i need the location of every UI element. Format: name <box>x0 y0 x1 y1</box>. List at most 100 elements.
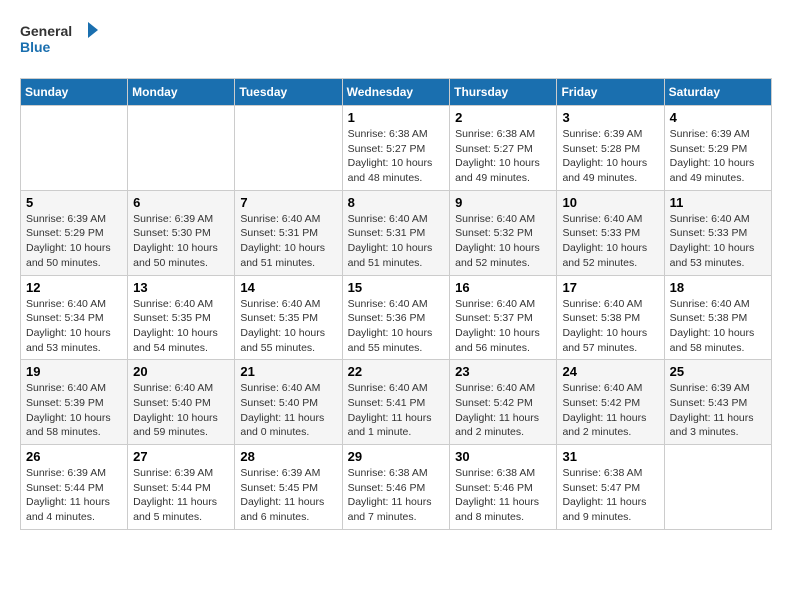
day-cell: 1 Sunrise: 6:38 AM Sunset: 5:27 PM Daylig… <box>342 106 450 191</box>
logo-svg: General Blue <box>20 20 100 62</box>
header-cell-thursday: Thursday <box>450 79 557 106</box>
day-number: 6 <box>133 195 229 210</box>
day-cell: 27 Sunrise: 6:39 AM Sunset: 5:44 PM Dayli… <box>128 445 235 530</box>
day-number: 18 <box>670 280 766 295</box>
day-cell: 23 Sunrise: 6:40 AM Sunset: 5:42 PM Dayli… <box>450 360 557 445</box>
day-cell: 5 Sunrise: 6:39 AM Sunset: 5:29 PM Daylig… <box>21 190 128 275</box>
day-info: Sunrise: 6:39 AM Sunset: 5:44 PM Dayligh… <box>26 466 122 525</box>
day-cell: 30Sunrise: 6:38 AM Sunset: 5:46 PM Dayli… <box>450 445 557 530</box>
day-cell: 25 Sunrise: 6:39 AM Sunset: 5:43 PM Dayli… <box>664 360 771 445</box>
day-cell: 16 Sunrise: 6:40 AM Sunset: 5:37 PM Dayli… <box>450 275 557 360</box>
day-cell: 20Sunrise: 6:40 AM Sunset: 5:40 PM Dayli… <box>128 360 235 445</box>
day-info: Sunrise: 6:39 AM Sunset: 5:44 PM Dayligh… <box>133 466 229 525</box>
header-cell-sunday: Sunday <box>21 79 128 106</box>
day-cell: 2 Sunrise: 6:38 AM Sunset: 5:27 PM Daylig… <box>450 106 557 191</box>
day-cell: 15Sunrise: 6:40 AM Sunset: 5:36 PM Dayli… <box>342 275 450 360</box>
day-info: Sunrise: 6:40 AM Sunset: 5:38 PM Dayligh… <box>562 297 658 356</box>
day-number: 11 <box>670 195 766 210</box>
day-cell: 24Sunrise: 6:40 AM Sunset: 5:42 PM Dayli… <box>557 360 664 445</box>
day-number: 1 <box>348 110 445 125</box>
day-info: Sunrise: 6:38 AM Sunset: 5:27 PM Dayligh… <box>348 127 445 186</box>
day-info: Sunrise: 6:40 AM Sunset: 5:35 PM Dayligh… <box>240 297 336 356</box>
day-number: 4 <box>670 110 766 125</box>
header-cell-saturday: Saturday <box>664 79 771 106</box>
day-number: 7 <box>240 195 336 210</box>
day-number: 2 <box>455 110 551 125</box>
day-info: Sunrise: 6:40 AM Sunset: 5:35 PM Dayligh… <box>133 297 229 356</box>
day-number: 19 <box>26 364 122 379</box>
day-cell: 10 Sunrise: 6:40 AM Sunset: 5:33 PM Dayli… <box>557 190 664 275</box>
day-info: Sunrise: 6:40 AM Sunset: 5:41 PM Dayligh… <box>348 381 445 440</box>
day-cell <box>664 445 771 530</box>
day-cell: 13 Sunrise: 6:40 AM Sunset: 5:35 PM Dayli… <box>128 275 235 360</box>
day-number: 10 <box>562 195 658 210</box>
day-number: 31 <box>562 449 658 464</box>
day-info: Sunrise: 6:40 AM Sunset: 5:42 PM Dayligh… <box>455 381 551 440</box>
day-info: Sunrise: 6:40 AM Sunset: 5:39 PM Dayligh… <box>26 381 122 440</box>
day-number: 13 <box>133 280 229 295</box>
week-row-4: 19 Sunrise: 6:40 AM Sunset: 5:39 PM Dayli… <box>21 360 772 445</box>
day-cell: 9Sunrise: 6:40 AM Sunset: 5:32 PM Daylig… <box>450 190 557 275</box>
day-number: 3 <box>562 110 658 125</box>
calendar-table: SundayMondayTuesdayWednesdayThursdayFrid… <box>20 78 772 530</box>
day-cell: 6 Sunrise: 6:39 AM Sunset: 5:30 PM Daylig… <box>128 190 235 275</box>
header-cell-monday: Monday <box>128 79 235 106</box>
day-number: 26 <box>26 449 122 464</box>
day-info: Sunrise: 6:40 AM Sunset: 5:33 PM Dayligh… <box>670 212 766 271</box>
day-number: 16 <box>455 280 551 295</box>
day-cell: 22 Sunrise: 6:40 AM Sunset: 5:41 PM Dayli… <box>342 360 450 445</box>
day-info: Sunrise: 6:39 AM Sunset: 5:30 PM Dayligh… <box>133 212 229 271</box>
day-info: Sunrise: 6:40 AM Sunset: 5:40 PM Dayligh… <box>240 381 336 440</box>
day-info: Sunrise: 6:39 AM Sunset: 5:28 PM Dayligh… <box>562 127 658 186</box>
day-number: 9 <box>455 195 551 210</box>
day-number: 17 <box>562 280 658 295</box>
day-number: 23 <box>455 364 551 379</box>
header-cell-tuesday: Tuesday <box>235 79 342 106</box>
day-cell: 3 Sunrise: 6:39 AM Sunset: 5:28 PM Daylig… <box>557 106 664 191</box>
day-info: Sunrise: 6:40 AM Sunset: 5:36 PM Dayligh… <box>348 297 445 356</box>
day-number: 25 <box>670 364 766 379</box>
day-info: Sunrise: 6:39 AM Sunset: 5:43 PM Dayligh… <box>670 381 766 440</box>
day-info: Sunrise: 6:40 AM Sunset: 5:37 PM Dayligh… <box>455 297 551 356</box>
day-info: Sunrise: 6:39 AM Sunset: 5:29 PM Dayligh… <box>670 127 766 186</box>
day-cell: 14 Sunrise: 6:40 AM Sunset: 5:35 PM Dayli… <box>235 275 342 360</box>
header: General Blue <box>20 20 772 62</box>
day-info: Sunrise: 6:40 AM Sunset: 5:33 PM Dayligh… <box>562 212 658 271</box>
day-cell: 11 Sunrise: 6:40 AM Sunset: 5:33 PM Dayli… <box>664 190 771 275</box>
day-info: Sunrise: 6:40 AM Sunset: 5:34 PM Dayligh… <box>26 297 122 356</box>
svg-text:Blue: Blue <box>20 39 51 55</box>
week-row-2: 5 Sunrise: 6:39 AM Sunset: 5:29 PM Daylig… <box>21 190 772 275</box>
day-cell: 8 Sunrise: 6:40 AM Sunset: 5:31 PM Daylig… <box>342 190 450 275</box>
day-info: Sunrise: 6:40 AM Sunset: 5:31 PM Dayligh… <box>348 212 445 271</box>
day-cell <box>235 106 342 191</box>
day-info: Sunrise: 6:38 AM Sunset: 5:46 PM Dayligh… <box>348 466 445 525</box>
day-number: 28 <box>240 449 336 464</box>
day-cell: 26 Sunrise: 6:39 AM Sunset: 5:44 PM Dayli… <box>21 445 128 530</box>
logo: General Blue <box>20 20 100 62</box>
day-cell: 18Sunrise: 6:40 AM Sunset: 5:38 PM Dayli… <box>664 275 771 360</box>
day-number: 27 <box>133 449 229 464</box>
day-cell: 31Sunrise: 6:38 AM Sunset: 5:47 PM Dayli… <box>557 445 664 530</box>
day-number: 21 <box>240 364 336 379</box>
day-number: 12 <box>26 280 122 295</box>
day-number: 8 <box>348 195 445 210</box>
day-number: 22 <box>348 364 445 379</box>
day-info: Sunrise: 6:40 AM Sunset: 5:31 PM Dayligh… <box>240 212 336 271</box>
day-number: 24 <box>562 364 658 379</box>
day-cell: 12 Sunrise: 6:40 AM Sunset: 5:34 PM Dayli… <box>21 275 128 360</box>
week-row-1: 1 Sunrise: 6:38 AM Sunset: 5:27 PM Daylig… <box>21 106 772 191</box>
day-cell: 19 Sunrise: 6:40 AM Sunset: 5:39 PM Dayli… <box>21 360 128 445</box>
day-info: Sunrise: 6:38 AM Sunset: 5:27 PM Dayligh… <box>455 127 551 186</box>
day-number: 30 <box>455 449 551 464</box>
day-number: 14 <box>240 280 336 295</box>
day-cell <box>21 106 128 191</box>
header-cell-wednesday: Wednesday <box>342 79 450 106</box>
day-cell <box>128 106 235 191</box>
day-cell: 28Sunrise: 6:39 AM Sunset: 5:45 PM Dayli… <box>235 445 342 530</box>
header-cell-friday: Friday <box>557 79 664 106</box>
week-row-3: 12 Sunrise: 6:40 AM Sunset: 5:34 PM Dayli… <box>21 275 772 360</box>
day-number: 5 <box>26 195 122 210</box>
day-number: 29 <box>348 449 445 464</box>
day-cell: 21 Sunrise: 6:40 AM Sunset: 5:40 PM Dayli… <box>235 360 342 445</box>
day-info: Sunrise: 6:39 AM Sunset: 5:29 PM Dayligh… <box>26 212 122 271</box>
